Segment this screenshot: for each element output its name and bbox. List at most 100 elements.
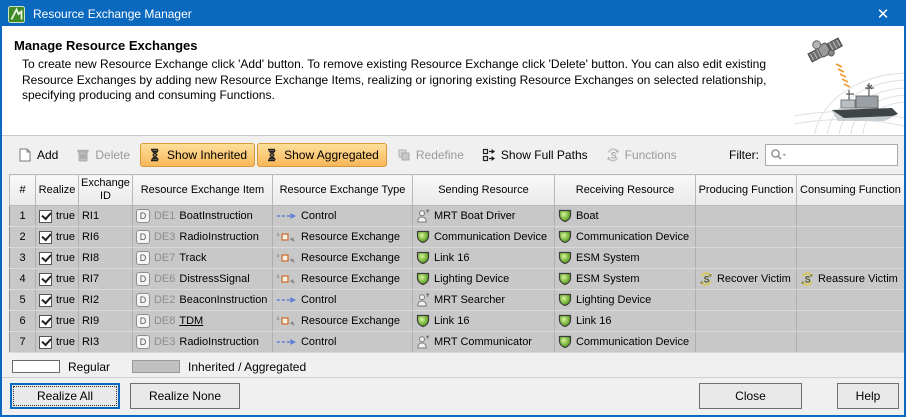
col-header-num[interactable]: # [10,175,36,206]
filter-input-box[interactable] [765,144,898,166]
full-paths-icon [482,148,496,162]
title-bar: Resource Exchange Manager ✕ [0,0,906,28]
col-header-consuming[interactable]: Consuming Function [796,175,904,206]
resource-exchange-manager-dialog: Resource Exchange Manager ✕ Manage Resou… [0,0,906,417]
realize-cell[interactable]: true [36,269,79,290]
checkbox-checked-icon[interactable] [39,315,52,328]
resource-artifact-icon [416,314,430,328]
realize-cell[interactable]: true [36,311,79,332]
page-description: To create new Resource Exchange click 'A… [2,57,772,104]
control-flow-icon [276,337,297,347]
realize-cell[interactable]: true [36,227,79,248]
table-row[interactable]: 5 true RI2 DDE2BeaconInstruction Control… [10,290,905,311]
table-row[interactable]: 4 true RI7 DDE6DistressSignal Resource E… [10,269,905,290]
data-element-badge: D [136,251,150,265]
realize-all-button[interactable]: Realize All [10,383,120,409]
close-window-icon[interactable]: ✕ [868,5,898,23]
data-element-badge: D [136,314,150,328]
resource-artifact-icon [558,251,572,265]
data-element-badge: D [136,335,150,349]
function-icon [606,148,620,162]
checkbox-checked-icon[interactable] [39,336,52,349]
toolbar: Add Delete Show Inherited Show Aggregate… [2,137,904,173]
show-full-paths-button[interactable]: Show Full Paths [474,143,596,167]
col-header-receiving[interactable]: Receiving Resource [554,175,695,206]
satellite-ship-illustration [794,28,904,134]
resource-artifact-icon [416,272,430,286]
col-header-sending[interactable]: Sending Resource [412,175,554,206]
col-header-realize[interactable]: Realize [36,175,79,206]
window-title: Resource Exchange Manager [33,7,192,21]
col-header-item[interactable]: Resource Exchange Item [132,175,272,206]
exchange-table: # Realize Exchange ID Resource Exchange … [9,174,905,353]
control-flow-icon [276,211,297,221]
legend-inherited-swatch [132,360,180,373]
realize-none-button[interactable]: Realize None [130,383,240,409]
table-row[interactable]: 3 true RI8 DDE7Track Resource Exchange L… [10,248,905,269]
functions-button[interactable]: Functions [598,143,685,167]
trash-icon [76,148,90,162]
header-banner: Manage Resource Exchanges To create new … [2,26,904,136]
data-element-badge: D [136,209,150,223]
resource-artifact-icon [416,251,430,265]
checkbox-checked-icon[interactable] [39,252,52,265]
function-icon [699,272,713,286]
checkbox-checked-icon[interactable] [39,273,52,286]
button-bar: Realize All Realize None Close Help [2,379,904,413]
redefine-button[interactable]: Redefine [389,143,472,167]
table-header-row: # Realize Exchange ID Resource Exchange … [10,175,905,206]
col-header-producing[interactable]: Producing Function [695,175,796,206]
filter-label: Filter: [729,148,759,162]
col-header-type[interactable]: Resource Exchange Type [272,175,412,206]
delete-button[interactable]: Delete [68,143,138,167]
realize-cell[interactable]: true [36,332,79,353]
help-button[interactable]: Help [837,383,899,409]
page-title: Manage Resource Exchanges [2,26,904,57]
data-element-badge: D [136,272,150,286]
resource-artifact-icon [558,230,572,244]
control-flow-icon [276,295,297,305]
legend-regular-swatch [12,360,60,373]
person-icon [416,335,430,349]
resource-artifact-icon [558,272,572,286]
realize-cell[interactable]: true [36,290,79,311]
realize-cell[interactable]: true [36,248,79,269]
app-logo-icon [8,6,25,23]
realize-cell[interactable]: true [36,206,79,227]
show-inherited-toggle[interactable]: Show Inherited [140,143,255,167]
show-aggregated-toggle[interactable]: Show Aggregated [257,143,387,167]
new-page-icon [18,148,32,162]
checkbox-checked-icon[interactable] [39,231,52,244]
resource-artifact-icon [416,230,430,244]
resource-exchange-icon [276,253,297,263]
function-icon [800,272,814,286]
resource-exchange-icon [276,232,297,242]
checkbox-checked-icon[interactable] [39,294,52,307]
person-icon [416,293,430,307]
legend: Regular Inherited / Aggregated [2,356,904,378]
resource-artifact-icon [558,314,572,328]
table-row[interactable]: 7 true RI3 DDE3RadioInstruction Control … [10,332,905,353]
hourglass-icon [148,148,162,162]
redefine-icon [397,148,411,162]
filter-input[interactable] [788,146,888,164]
col-header-exchange-id[interactable]: Exchange ID [78,175,132,206]
hourglass-icon [265,148,279,162]
person-icon [416,209,430,223]
search-icon[interactable] [770,148,788,162]
close-button[interactable]: Close [699,383,802,409]
resource-exchange-icon [276,316,297,326]
legend-inherited-label: Inherited / Aggregated [188,360,306,374]
table-row[interactable]: 6 true RI9 DDE8TDM Resource Exchange Lin… [10,311,905,332]
data-element-badge: D [136,230,150,244]
table-row[interactable]: 1 true RI1 DDE1BoatInstruction Control M… [10,206,905,227]
resource-artifact-icon [558,209,572,223]
legend-regular-label: Regular [68,360,110,374]
data-element-badge: D [136,293,150,307]
table-row[interactable]: 2 true RI6 DDE3RadioInstruction Resource… [10,227,905,248]
add-button[interactable]: Add [10,143,66,167]
resource-exchange-icon [276,274,297,284]
resource-artifact-icon [558,335,572,349]
checkbox-checked-icon[interactable] [39,210,52,223]
resource-artifact-icon [558,293,572,307]
